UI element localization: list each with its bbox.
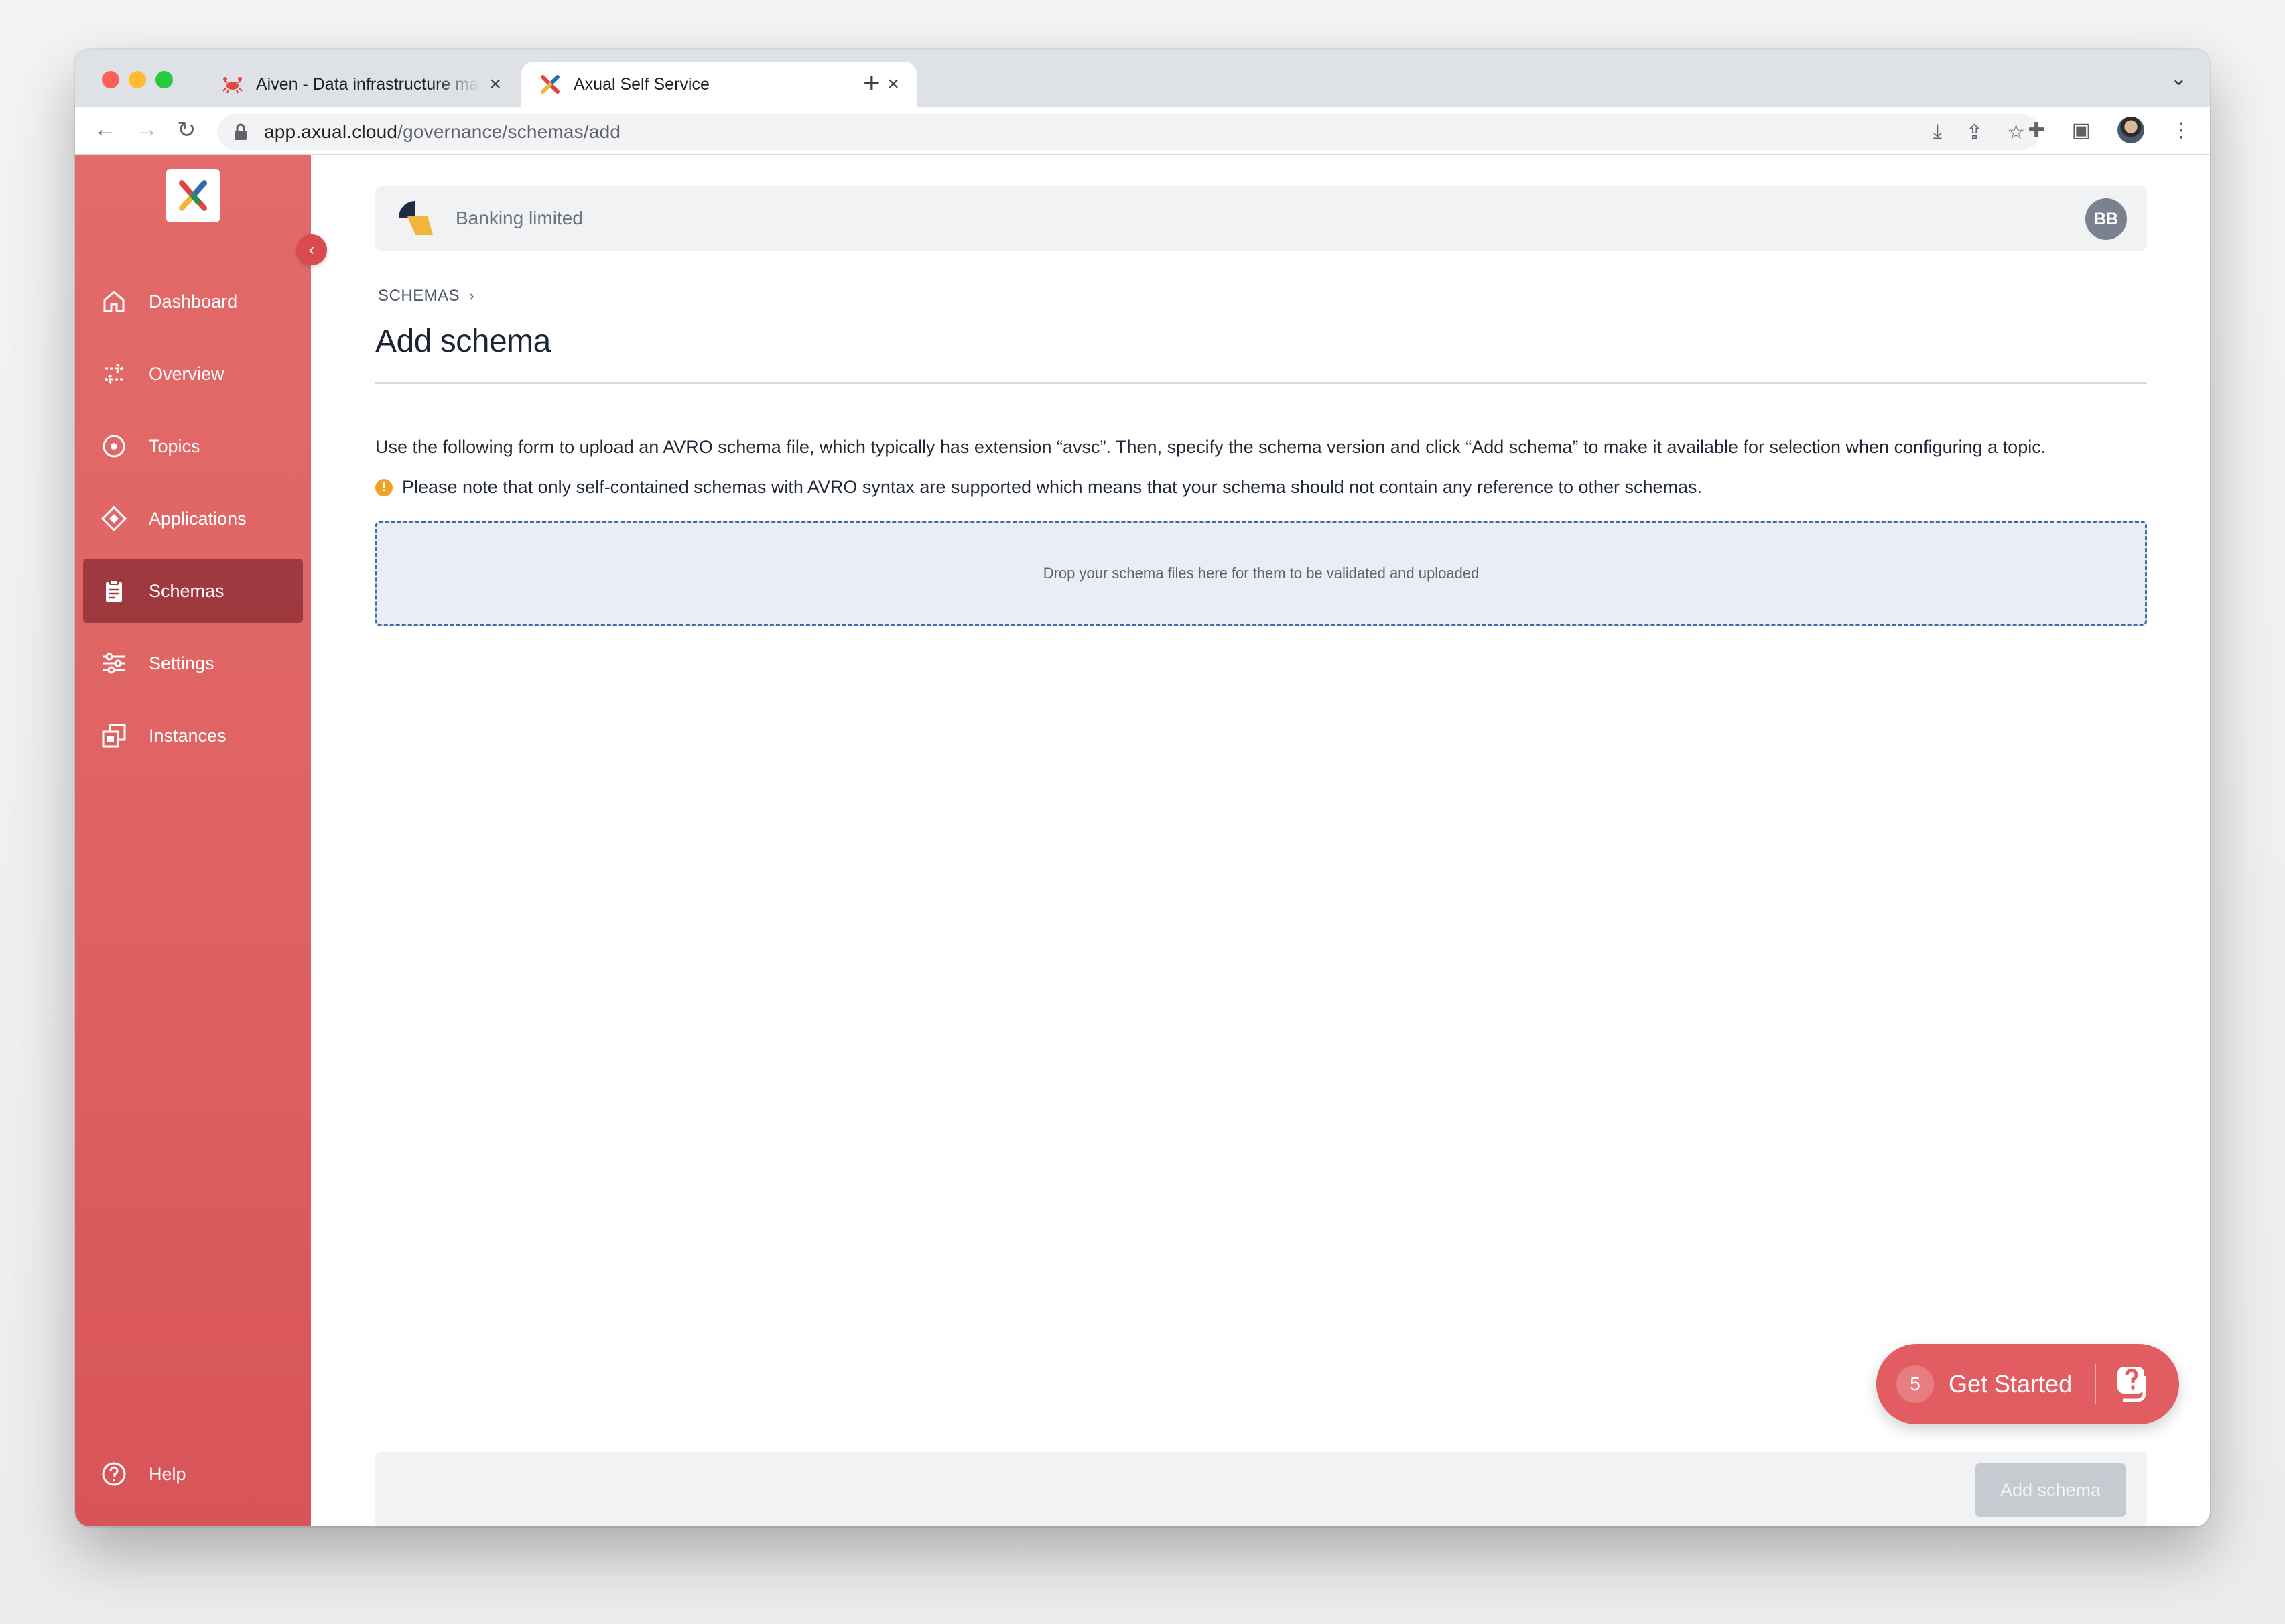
user-avatar[interactable]: BB <box>2085 198 2127 240</box>
tab-strip: Aiven - Data infrastructure made simple … <box>75 50 2210 107</box>
share-icon[interactable]: ⇪ <box>1966 121 1983 144</box>
clipboard-icon <box>99 576 129 606</box>
lock-icon <box>235 123 247 140</box>
chevron-right-icon: › <box>469 287 475 304</box>
instances-icon <box>99 721 129 750</box>
note-text: Please note that only self-contained sch… <box>402 477 1703 497</box>
topic-icon <box>99 431 129 461</box>
sidebar-item-applications[interactable]: Applications <box>83 486 303 551</box>
breadcrumb-schemas[interactable]: SCHEMAS <box>378 287 460 305</box>
sidebar-item-instances[interactable]: Instances <box>83 703 303 768</box>
collapse-sidebar-button[interactable]: ‹ <box>296 234 327 265</box>
sidebar-item-label: Help <box>149 1463 186 1484</box>
axual-logo[interactable] <box>166 169 220 222</box>
side-panel-icon[interactable]: ▣ <box>2072 119 2091 142</box>
dropzone-text: Drop your schema files here for them to … <box>1043 565 1480 582</box>
warning-icon: ! <box>375 478 393 496</box>
tab-aiven[interactable]: Aiven - Data infrastructure made simple … <box>204 62 519 107</box>
sidebar-item-dashboard[interactable]: Dashboard <box>83 269 303 334</box>
url-text: app.axual.cloud/governance/schemas/add <box>264 121 621 143</box>
help-icon <box>99 1459 129 1489</box>
get-started-label: Get Started <box>1949 1370 2073 1398</box>
question-chat-icon <box>2117 1367 2146 1402</box>
sidebar-item-topics[interactable]: Topics <box>83 414 303 478</box>
minimize-window-button[interactable] <box>129 71 146 88</box>
get-started-button[interactable]: 5 Get Started <box>1876 1344 2179 1424</box>
sidebar-item-label: Dashboard <box>149 291 238 312</box>
sidebar-item-label: Instances <box>149 725 226 746</box>
url-host: app.axual.cloud <box>264 121 398 142</box>
schema-note: ! Please note that only self-contained s… <box>375 477 1702 498</box>
browser-toolbar: ← → ↻ app.axual.cloud/governance/schemas… <box>75 107 2210 155</box>
sidebar-item-label: Settings <box>149 653 214 673</box>
maximize-window-button[interactable] <box>155 71 173 88</box>
url-path: /governance/schemas/add <box>397 121 621 142</box>
more-vert-icon[interactable]: ⋮ <box>2171 119 2191 142</box>
chevron-left-icon: ‹ <box>309 241 314 259</box>
org-name: Banking limited <box>456 208 583 228</box>
tab-title: Axual Self Service <box>574 74 710 94</box>
main-content: Banking limited BB SCHEMAS › Add schema U… <box>311 155 2210 1526</box>
star-icon[interactable]: ☆ <box>2007 121 2025 144</box>
close-window-button[interactable] <box>102 71 119 88</box>
divider <box>2095 1364 2097 1404</box>
sidebar: Dashboard Overview Topics Applications S… <box>75 155 311 1526</box>
axual-logo-icon <box>539 73 562 96</box>
org-logo <box>399 201 433 235</box>
forward-arrow-icon[interactable]: → <box>135 117 158 143</box>
home-icon <box>99 287 129 316</box>
add-schema-button[interactable]: Add schema <box>1975 1463 2126 1517</box>
application-icon <box>99 504 129 533</box>
crab-icon <box>221 73 244 96</box>
tab-title: Aiven - Data infrastructure made simple <box>256 74 480 94</box>
sidebar-item-label: Applications <box>149 508 247 529</box>
app: Dashboard Overview Topics Applications S… <box>75 155 2210 1526</box>
sidebar-item-label: Topics <box>149 435 200 456</box>
new-tab-icon[interactable]: + <box>863 67 880 100</box>
sidebar-item-label: Overview <box>149 363 224 384</box>
tab-axual[interactable]: Axual Self Service × <box>521 62 917 107</box>
org-header: Banking limited BB <box>375 186 2147 251</box>
title-divider <box>375 382 2147 384</box>
reload-icon[interactable]: ↻ <box>177 117 196 143</box>
get-started-count: 5 <box>1896 1365 1934 1403</box>
form-footer: Add schema <box>375 1452 2147 1526</box>
browser-window: Aiven - Data infrastructure made simple … <box>75 50 2210 1526</box>
sidebar-item-settings[interactable]: Settings <box>83 631 303 695</box>
page-title: Add schema <box>375 324 551 359</box>
flow-icon <box>99 359 129 389</box>
profile-avatar[interactable] <box>2117 117 2144 143</box>
sidebar-item-label: Schemas <box>149 580 224 601</box>
sidebar-item-overview[interactable]: Overview <box>83 342 303 406</box>
install-icon[interactable]: ⤓ <box>1933 121 1942 144</box>
sidebar-item-schemas[interactable]: Schemas <box>83 559 303 623</box>
close-icon[interactable]: × <box>489 73 501 96</box>
extensions-icon[interactable]: ✚ <box>2028 119 2045 142</box>
close-icon[interactable]: × <box>887 73 899 96</box>
page-description: Use the following form to upload an AVRO… <box>375 437 2046 457</box>
sliders-icon <box>99 649 129 678</box>
sidebar-item-help[interactable]: Help <box>83 1442 303 1506</box>
chevron-down-icon[interactable]: ⌄ <box>2170 67 2187 90</box>
schema-dropzone[interactable]: Drop your schema files here for them to … <box>375 521 2147 626</box>
back-arrow-icon[interactable]: ← <box>94 117 117 143</box>
breadcrumb: SCHEMAS › <box>378 287 474 306</box>
address-bar[interactable]: app.axual.cloud/governance/schemas/add ⤓… <box>217 114 2040 150</box>
